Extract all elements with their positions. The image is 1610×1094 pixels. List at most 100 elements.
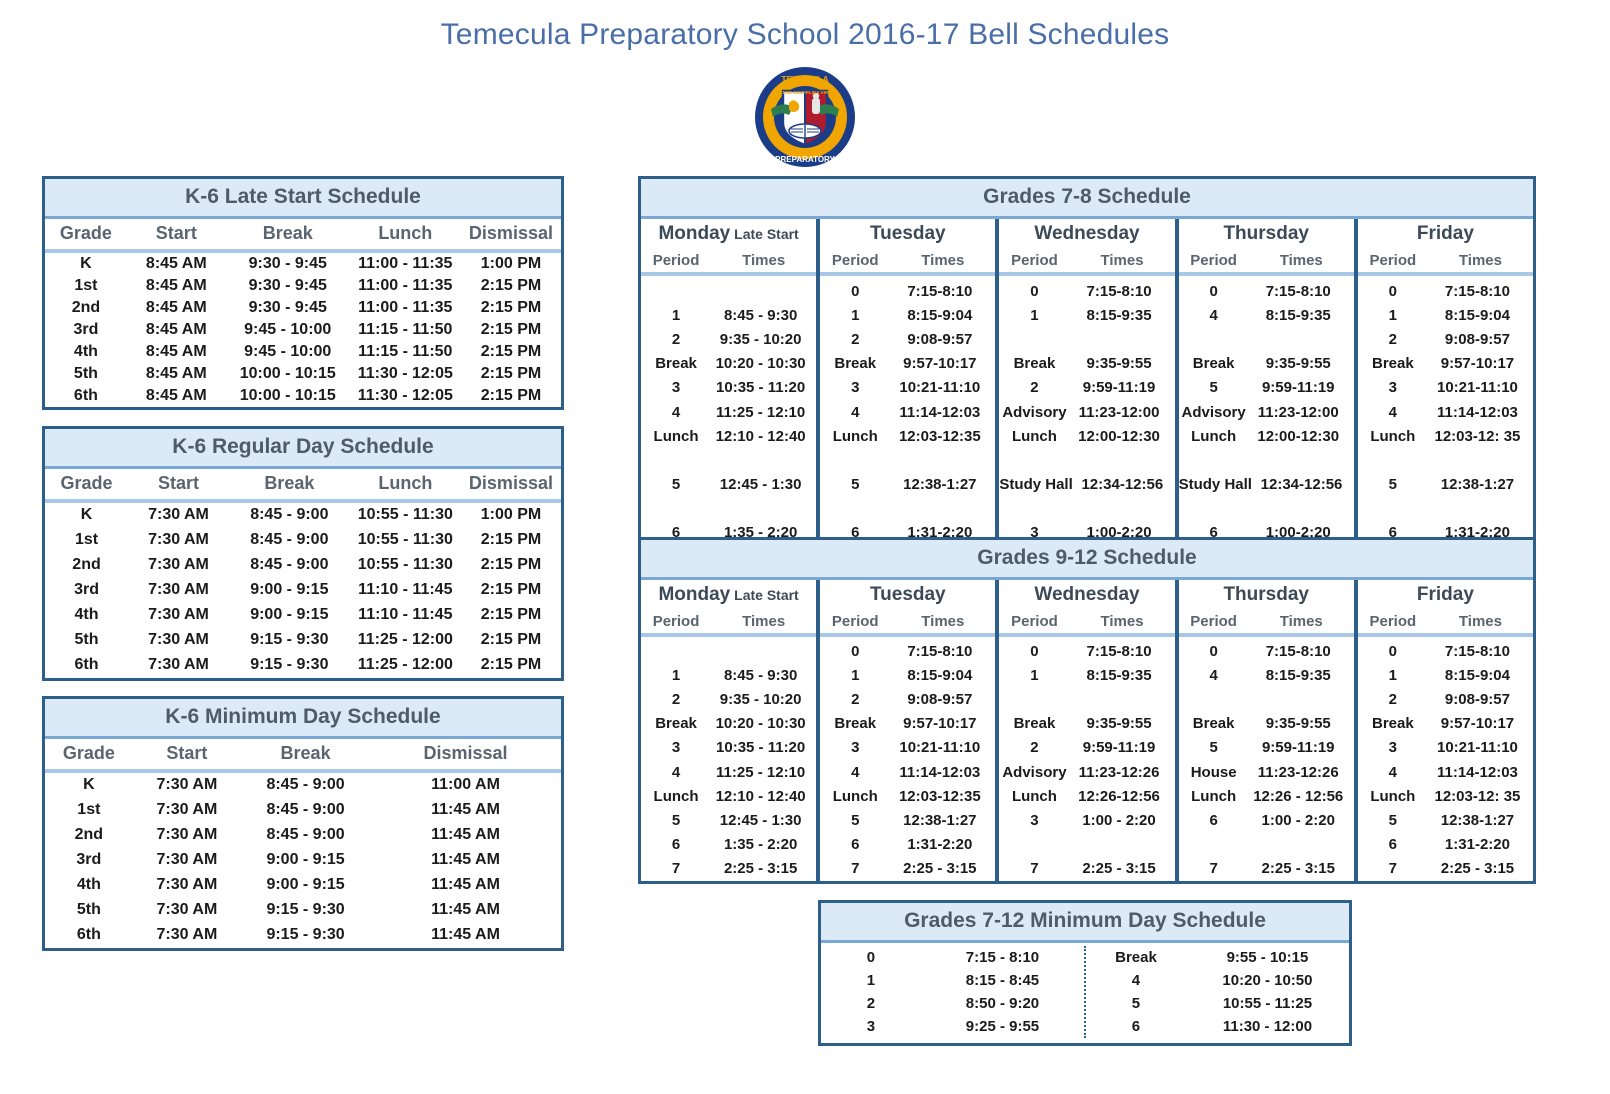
period-rows: 0 7:15-8:10 1 8:15-9:04 2 9:08-9:57 Break 9:57-… [820, 276, 995, 545]
period-row: Lunch 12:10 - 12:40 [641, 424, 816, 448]
column-header-times: Times [1100, 613, 1144, 630]
table-header-row: Grade Start Break Lunch Dismissal [45, 469, 561, 503]
day-column-wednesday: Wednesday Period Times 0 7:15-8:10 1 8:15-9:35… [999, 580, 1179, 881]
table-cell: 8:45 - 9:00 [250, 506, 329, 523]
period-label: Break [1372, 355, 1414, 373]
period-times: 9:25 - 9:55 [965, 1018, 1040, 1035]
column-header-period: Period [1190, 613, 1237, 630]
table-row: 5th 7:30 AM 9:15 - 9:30 11:45 AM [45, 898, 561, 923]
period-label: 5 [1209, 739, 1218, 757]
period-row: Break 10:20 - 10:30 [641, 712, 816, 736]
period-row: Lunch 12:00-12:30 [1179, 424, 1354, 448]
bell-schedules-page: Temecula Preparatory School 2016-17 Bell… [0, 0, 1610, 1094]
column-header-row: Period Times [999, 250, 1175, 276]
period-row: Advisory 11:23-12:00 [999, 400, 1174, 424]
period-times: 9:08-9:57 [907, 690, 973, 708]
period-row: 2 9:08-9:57 [820, 687, 995, 711]
period-label: 0 [851, 642, 860, 660]
period-label: 3 [671, 379, 681, 397]
table-cell: 2:15 PM [480, 606, 542, 623]
period-label: 3 [851, 739, 860, 757]
period-times: 9:59-11:19 [1261, 739, 1335, 757]
period-times: 9:35-9:55 [1086, 355, 1152, 373]
table-cell: 7:30 AM [148, 606, 209, 623]
period-row: 7 2:25 - 3:15 [820, 857, 995, 881]
table-row: K 7:30 AM 8:45 - 9:00 11:00 AM [45, 771, 561, 798]
table-cell: 10:55 - 11:30 [357, 531, 453, 548]
period-row: 4 8:15-9:35 [1179, 303, 1354, 327]
table-cell: 3rd [76, 851, 102, 868]
table-cell: 9:30 - 9:45 [248, 277, 327, 294]
k6-minimum-day-body: K 7:30 AM 8:45 - 9:00 11:00 AM 1st 7:30 AM 8:4… [45, 771, 561, 948]
period-row: Advisory 11:23-12:00 [1179, 400, 1354, 424]
period-row [820, 497, 995, 521]
period-row: 5 12:38-1:27 [820, 808, 995, 832]
table-row: 5th 7:30 AM 9:15 - 9:30 11:25 - 12:00 2:15 P… [45, 628, 561, 653]
period-times: 9:08-9:57 [1444, 330, 1510, 348]
column-header-dismissal: Dismissal [460, 469, 561, 503]
period-times: 11:30 - 12:00 [1222, 1018, 1313, 1035]
period-label: 7 [1030, 860, 1039, 878]
period-times: 9:59-11:19 [1082, 739, 1156, 757]
period-times: 2:25 - 3:15 [1082, 860, 1156, 878]
table-cell: 9:15 - 9:30 [250, 631, 329, 648]
period-label: 5 [851, 476, 860, 494]
table-cell: 2:15 PM [480, 365, 542, 382]
column-header-period: Period [652, 252, 700, 269]
minimum-day-row: 5 10:55 - 11:25 [1086, 992, 1349, 1015]
period-times: 8:15-9:35 [1265, 666, 1331, 684]
table-cell: 11:45 AM [431, 826, 500, 843]
period-label: 5 [1388, 476, 1398, 494]
period-label: Advisory [1181, 403, 1246, 421]
period-label: 0 [851, 282, 860, 300]
column-header-row: Period Times [1178, 250, 1354, 276]
period-row: 2 9:08-9:57 [820, 327, 995, 351]
period-times: 11:23-12:26 [1257, 763, 1339, 781]
day-name-label: Friday [1416, 584, 1474, 605]
period-times: 7:15-8:10 [907, 282, 973, 300]
period-times: 8:45 - 9:30 [723, 666, 798, 684]
day-note-label: Late Start [730, 226, 799, 242]
period-row: 1 8:15-9:35 [999, 303, 1174, 327]
period-row: 5 12:38-1:27 [1358, 808, 1533, 832]
period-row: 3 10:35 - 11:20 [641, 736, 816, 760]
period-row: 0 7:15-8:10 [1358, 279, 1533, 303]
period-row: Lunch 12:00-12:30 [999, 424, 1174, 448]
period-times: 10:21-11:10 [1436, 739, 1518, 757]
period-row: 5 9:59-11:19 [1179, 376, 1354, 400]
period-row: Break 9:35-9:55 [1179, 712, 1354, 736]
period-label: Break [1372, 715, 1414, 733]
minimum-day-left-column: 0 7:15 - 8:10 1 8:15 - 8:45 2 8:50 - 9:20 3 9:2… [821, 946, 1086, 1038]
period-rows: 0 7:15-8:10 1 8:15-9:04 2 9:08-9:57 Break 9:57-… [1358, 276, 1533, 545]
period-row: 1 8:15-9:04 [820, 303, 995, 327]
table-cell: 8:45 AM [145, 299, 207, 316]
period-row: Advisory 11:23-12:26 [999, 760, 1174, 784]
period-label: 2 [1030, 739, 1039, 757]
column-header-row: Period Times [641, 250, 817, 276]
period-times: 2:25 - 3:15 [1440, 860, 1515, 878]
day-column-monday: Monday Late Start Period Times 1 8:45 - 9:30… [641, 219, 821, 546]
table-title: Grades 7-12 Minimum Day Schedule [821, 903, 1349, 943]
period-times: 12:03-12: 35 [1434, 427, 1521, 445]
table-cell: K [80, 506, 93, 523]
period-label: 4 [1131, 972, 1141, 989]
table-cell: 9:00 - 9:15 [250, 606, 329, 623]
table-cell: 11:25 - 12:00 [357, 631, 453, 648]
period-row: 1 8:15-9:04 [1358, 303, 1533, 327]
column-header-break: Break [225, 219, 350, 253]
period-times: 7:15-8:10 [1086, 642, 1152, 660]
day-name-label: Tuesday [869, 223, 946, 244]
period-row: 4 11:25 - 12:10 [641, 400, 816, 424]
period-label: 4 [851, 403, 860, 421]
table-header-row: Grade Start Break Lunch Dismissal [45, 219, 561, 253]
crest-bottom-text: PREPARATORY [775, 155, 835, 164]
period-row [1358, 497, 1533, 521]
period-label: Break [655, 715, 697, 733]
period-times: 10:21-11:10 [899, 739, 981, 757]
period-label: 2 [866, 995, 876, 1012]
period-label: 4 [671, 403, 681, 421]
period-times: 1:31-2:20 [1444, 836, 1510, 854]
period-label: 2 [671, 690, 681, 708]
period-row [999, 448, 1174, 472]
table-cell: 10:55 - 11:30 [357, 556, 453, 573]
